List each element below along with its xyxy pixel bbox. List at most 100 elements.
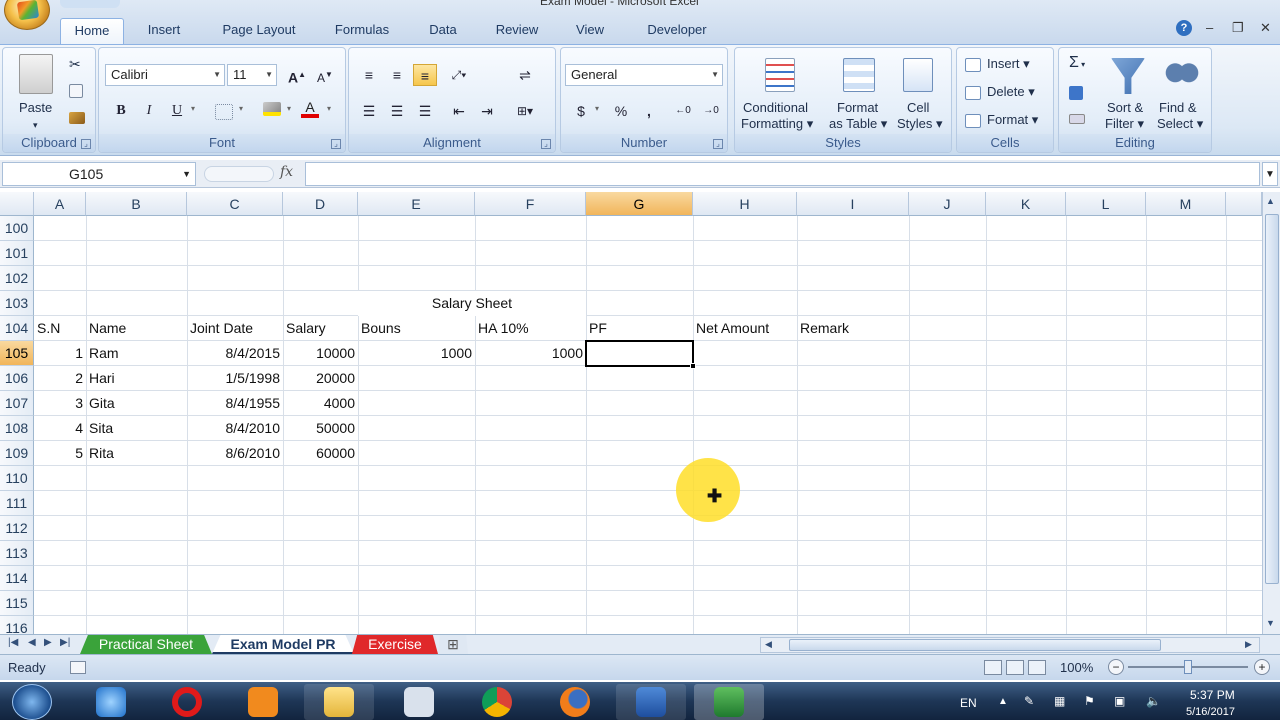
cell-name[interactable]: Ram: [86, 341, 187, 366]
format-painter-icon[interactable]: [69, 112, 85, 124]
page-layout-view-icon[interactable]: [1006, 660, 1024, 675]
flag-icon[interactable]: ⚑: [1084, 694, 1095, 708]
font-color-icon[interactable]: A: [301, 98, 319, 118]
tab-data[interactable]: Data: [418, 18, 468, 44]
delete-button[interactable]: Delete ▾: [987, 84, 1035, 100]
cell-name[interactable]: Sita: [86, 416, 187, 441]
percent-button[interactable]: %: [609, 100, 633, 122]
active-cell[interactable]: [585, 340, 694, 367]
taskbar-firefox[interactable]: [540, 684, 610, 720]
header-cell-net[interactable]: Net Amount: [693, 316, 797, 341]
tab-insert[interactable]: Insert: [134, 18, 194, 44]
copy-icon[interactable]: [69, 84, 83, 98]
zoom-in-icon[interactable]: +: [1254, 659, 1270, 675]
dialog-launcher-icon[interactable]: ⌟: [541, 139, 551, 149]
conditional-formatting-button[interactable]: Conditional: [743, 100, 808, 115]
shrink-font-button[interactable]: A▼: [313, 64, 337, 86]
cell-sn[interactable]: 3: [34, 391, 86, 416]
find-select-button[interactable]: Find &: [1159, 100, 1197, 115]
column-header[interactable]: M: [1146, 192, 1226, 216]
show-hidden-icons-icon[interactable]: ▲: [998, 696, 1008, 707]
cell-name[interactable]: Gita: [86, 391, 187, 416]
cell-sn[interactable]: 2: [34, 366, 86, 391]
fill-handle[interactable]: [690, 363, 696, 369]
sort-filter-icon[interactable]: [1111, 58, 1145, 94]
volume-icon[interactable]: 🔈: [1146, 694, 1161, 708]
dialog-launcher-icon[interactable]: ⌟: [713, 139, 723, 149]
tab-developer[interactable]: Developer: [632, 18, 722, 44]
taskbar-word[interactable]: [616, 684, 686, 720]
row-header[interactable]: 108: [0, 416, 34, 441]
column-header-selected[interactable]: G: [586, 192, 693, 216]
increase-decimal-icon[interactable]: ←0: [671, 100, 695, 122]
taskbar-opera[interactable]: [152, 684, 222, 720]
header-cell-remark[interactable]: Remark: [797, 316, 909, 341]
taskbar-ie[interactable]: [76, 684, 146, 720]
cell-sn[interactable]: 4: [34, 416, 86, 441]
taskbar-chrome[interactable]: [462, 684, 532, 720]
underline-button[interactable]: U: [165, 100, 189, 122]
vertical-scrollbar[interactable]: ▲ ▼: [1262, 192, 1280, 634]
cut-icon[interactable]: ✂: [69, 56, 81, 73]
minimize-icon[interactable]: –: [1206, 20, 1213, 35]
header-cell-pf[interactable]: PF: [586, 316, 693, 341]
dialog-launcher-icon[interactable]: ⌟: [81, 139, 91, 149]
header-cell-name[interactable]: Name: [86, 316, 187, 341]
increase-indent-icon[interactable]: ⇥: [475, 100, 499, 122]
language-indicator[interactable]: EN: [960, 696, 977, 710]
font-name-combo[interactable]: Calibri ▼: [105, 64, 225, 86]
column-header[interactable]: D: [283, 192, 358, 216]
cell-salary[interactable]: 60000: [283, 441, 358, 466]
quick-access-toolbar[interactable]: [60, 0, 120, 8]
delete-cells-icon[interactable]: [965, 86, 981, 100]
name-box-splitter[interactable]: [204, 166, 274, 182]
bold-button[interactable]: B: [109, 100, 133, 122]
pen-icon[interactable]: ✎: [1024, 694, 1034, 708]
last-sheet-icon[interactable]: ▶|: [60, 637, 70, 648]
cell-date[interactable]: 8/4/2010: [187, 416, 283, 441]
sheet-tab-exercise[interactable]: Exercise: [352, 635, 438, 654]
vertical-scroll-thumb[interactable]: [1265, 214, 1279, 584]
column-header[interactable]: C: [187, 192, 283, 216]
fill-color-icon[interactable]: [263, 102, 281, 116]
prev-sheet-icon[interactable]: ◀: [28, 637, 36, 648]
row-header[interactable]: 116: [0, 616, 34, 634]
currency-button[interactable]: $: [569, 100, 593, 122]
column-header[interactable]: I: [797, 192, 909, 216]
cell-salary[interactable]: 10000: [283, 341, 358, 366]
column-header[interactable]: F: [475, 192, 586, 216]
cell-date[interactable]: 1/5/1998: [187, 366, 283, 391]
taskbar-explorer[interactable]: [304, 684, 374, 720]
conditional-formatting-icon[interactable]: [765, 58, 795, 92]
decrease-decimal-icon[interactable]: →0: [699, 100, 723, 122]
align-center-icon[interactable]: ☰: [385, 100, 409, 122]
first-sheet-icon[interactable]: |◀: [8, 637, 18, 648]
column-header[interactable]: H: [693, 192, 797, 216]
insert-sheet-icon[interactable]: ⊞: [438, 635, 468, 654]
scroll-right-icon[interactable]: ▶: [1245, 639, 1252, 650]
column-header[interactable]: A: [34, 192, 86, 216]
paste-button[interactable]: Paste: [19, 100, 52, 115]
align-right-icon[interactable]: ☰: [413, 100, 437, 122]
header-cell-salary[interactable]: Salary: [283, 316, 358, 341]
header-cell-ha[interactable]: HA 10%: [475, 316, 586, 341]
format-cells-icon[interactable]: [965, 114, 981, 128]
page-break-view-icon[interactable]: [1028, 660, 1046, 675]
row-header[interactable]: 109: [0, 441, 34, 466]
select-all-corner[interactable]: [0, 192, 34, 216]
column-header[interactable]: E: [358, 192, 475, 216]
cell-bonus[interactable]: 1000: [358, 341, 475, 366]
scroll-left-icon[interactable]: ◀: [765, 639, 772, 650]
office-button[interactable]: [4, 0, 50, 30]
cell-sn[interactable]: 5: [34, 441, 86, 466]
column-header[interactable]: B: [86, 192, 187, 216]
zoom-out-icon[interactable]: −: [1108, 659, 1124, 675]
tab-review[interactable]: Review: [486, 18, 548, 44]
cell-name[interactable]: Hari: [86, 366, 187, 391]
cell-ha[interactable]: 1000: [475, 341, 586, 366]
insert-button[interactable]: Insert ▾: [987, 56, 1030, 72]
tab-formulas[interactable]: Formulas: [322, 18, 402, 44]
expand-formula-icon[interactable]: ▼: [1262, 162, 1278, 186]
cell-salary[interactable]: 20000: [283, 366, 358, 391]
row-header-selected[interactable]: 105: [0, 341, 34, 366]
